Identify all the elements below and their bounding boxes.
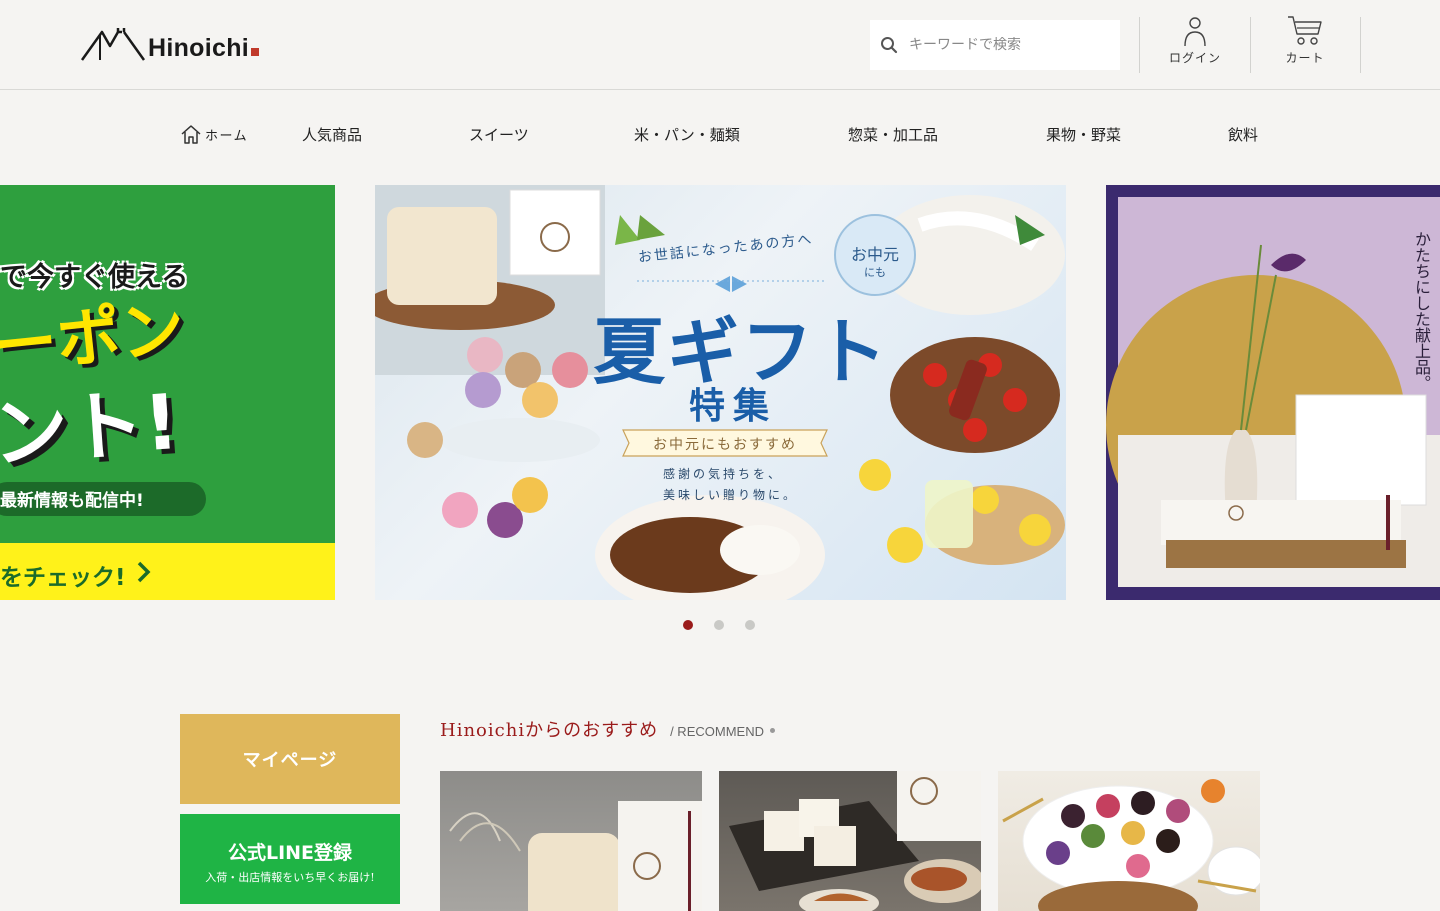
site-header: Hinoichi ログイン カート [0, 0, 1440, 90]
header-divider [1360, 17, 1361, 73]
bread-product-image [449, 801, 702, 911]
gift-subtitle: 特集 [688, 385, 777, 427]
carousel-slide-next[interactable]: かたちにした献上品。 [1106, 185, 1440, 600]
recommend-card-tofu[interactable] [719, 771, 981, 911]
gift-ribbon-text: お中元にもおすすめ [653, 437, 797, 453]
gift-badge-line2: にも [864, 266, 886, 279]
logo-text: Hinoichi [148, 34, 250, 62]
main-nav: ホーム 人気商品 スイーツ 米・パン・麺類 惣菜・加工品 果物・野菜 飲料 [0, 120, 1440, 148]
nav-item-fruit-veg[interactable]: 果物・野菜 [1046, 120, 1121, 148]
carousel-slide-active[interactable]: お世話になったあの方へ お中元 にも 夏ギフト 特集 お中元にもおすすめ 感謝の… [375, 185, 1066, 600]
site-logo[interactable]: Hinoichi [80, 26, 260, 62]
recommend-bullet [769, 728, 775, 733]
recommend-title: Hinoichiからのおすすめ [440, 720, 659, 741]
cart-button[interactable]: カート [1250, 14, 1360, 74]
coupon-line3: ント! [0, 376, 182, 479]
nav-item-rice-bread-noodles[interactable]: 米・パン・麺類 [634, 120, 740, 148]
gift-caption2: 美味しい贈り物に。 [663, 488, 799, 502]
line-banner-title: 公式LINE登録 [227, 842, 353, 864]
logo-seal [251, 48, 260, 56]
kenjouhin-vertical-text: かたちにした献上品。 [1412, 231, 1431, 391]
carousel-dot-2[interactable] [714, 620, 724, 630]
carousel-dot-1[interactable] [683, 620, 693, 630]
nav-item-label: ホーム [205, 128, 249, 144]
carousel-dot-3[interactable] [745, 620, 755, 630]
nav-item-sweets[interactable]: スイーツ [469, 120, 529, 148]
chevron-right-icon [137, 561, 151, 583]
carousel-slide-prev[interactable]: で今すぐ使える ーポン ント! 最新情報も配信中! をチェック! [0, 185, 335, 600]
recommend-card-tarts[interactable] [998, 771, 1260, 911]
cart-label: カート [1285, 51, 1325, 65]
search-icon[interactable] [880, 36, 898, 54]
nav-item-deli[interactable]: 惣菜・加工品 [848, 120, 938, 148]
recommend-card-bread[interactable] [440, 771, 702, 911]
login-button[interactable]: ログイン [1140, 14, 1250, 74]
nav-item-popular[interactable]: 人気商品 [302, 120, 362, 148]
search-input[interactable] [909, 37, 1099, 53]
nav-item-drinks[interactable]: 飲料 [1228, 120, 1258, 148]
line-banner-sub: 入荷・出店情報をいち早くお届け! [205, 871, 375, 884]
tofu-product-image [729, 771, 981, 911]
mypage-button[interactable]: マイページ [180, 714, 400, 804]
logo-mark-icon [80, 28, 146, 61]
cart-icon [1288, 16, 1322, 45]
carousel-pagination [683, 620, 755, 630]
recommend-heading: Hinoichiからのおすすめ / RECOMMEND [440, 716, 775, 742]
kenjouhin-illustration [1106, 185, 1440, 600]
user-icon [1184, 17, 1206, 47]
gift-caption1: 感謝の気持ちを、 [663, 467, 784, 481]
coupon-line4: 最新情報も配信中! [0, 491, 144, 511]
tarts-product-image [1002, 779, 1260, 911]
search-box [870, 20, 1120, 70]
recommend-subtitle: / RECOMMEND [670, 724, 764, 739]
gift-badge-line1: お中元 [850, 245, 899, 264]
home-icon [181, 125, 201, 144]
nav-item-home[interactable]: ホーム [180, 120, 248, 148]
line-register-banner[interactable]: 公式LINE登録 入荷・出店情報をいち早くお届け! [180, 814, 400, 904]
coupon-line5: をチェック! [0, 565, 126, 591]
login-label: ログイン [1168, 51, 1221, 65]
